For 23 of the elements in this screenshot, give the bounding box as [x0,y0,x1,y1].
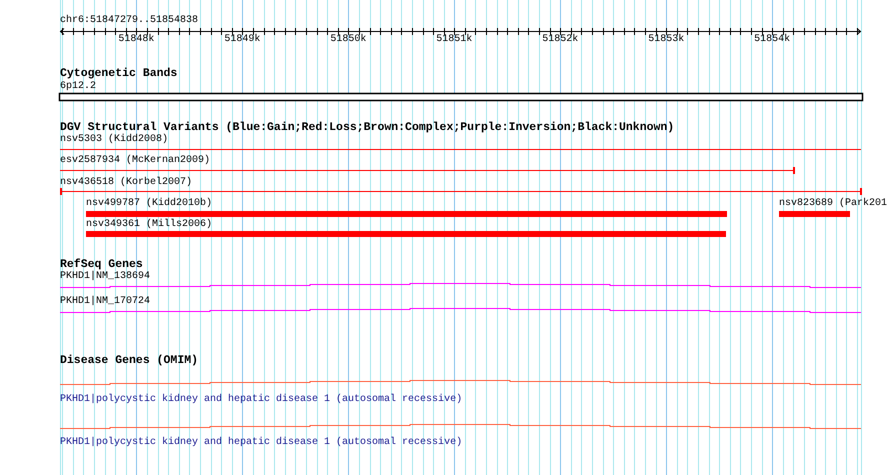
tick-label: 51851k [435,34,474,46]
disease-label: PKHD1|polycystic kidney and hepatic disease 1 (autosomal recessive) [60,394,462,406]
tick-label: 51849k [223,34,262,46]
variant-label: nsv436518 (Korbel2007) [60,177,192,189]
tick-label: 51848k [117,34,156,46]
tick-label: 51852k [541,34,580,46]
track-title: Cytogenetic Bands [60,67,178,81]
track-title: DGV Structural Variants (Blue:Gain;Red:Loss;Brown:Complex;Purple:Inversion;Black:Unknown) [60,121,674,134]
variant-label: nsv349361 (Mills2006) [86,219,212,231]
variant-label: nsv5303 (Kidd2008) [60,134,168,146]
variant-label: nsv499787 (Kidd2010b) [86,198,212,210]
region-label: chr6:51847279..51854838 [60,15,198,27]
track-title: Disease Genes (OMIM) [60,354,198,368]
variant-label: nsv823689 (Park201 [779,198,888,210]
tick-label: 51850k [329,34,368,46]
gene-label: PKHD1|NM_170724 [60,296,150,308]
variant-label: esv2587934 (McKernan2009) [60,155,210,167]
band-label: 6p12.2 [60,81,96,93]
tick-label: 51854k [753,34,792,46]
tick-label: 51853k [647,34,686,46]
track-title: RefSeq Genes [60,258,143,271]
gene-label: PKHD1|NM_138694 [60,271,150,283]
disease-label: PKHD1|polycystic kidney and hepatic disease 1 (autosomal recessive) [60,437,462,449]
